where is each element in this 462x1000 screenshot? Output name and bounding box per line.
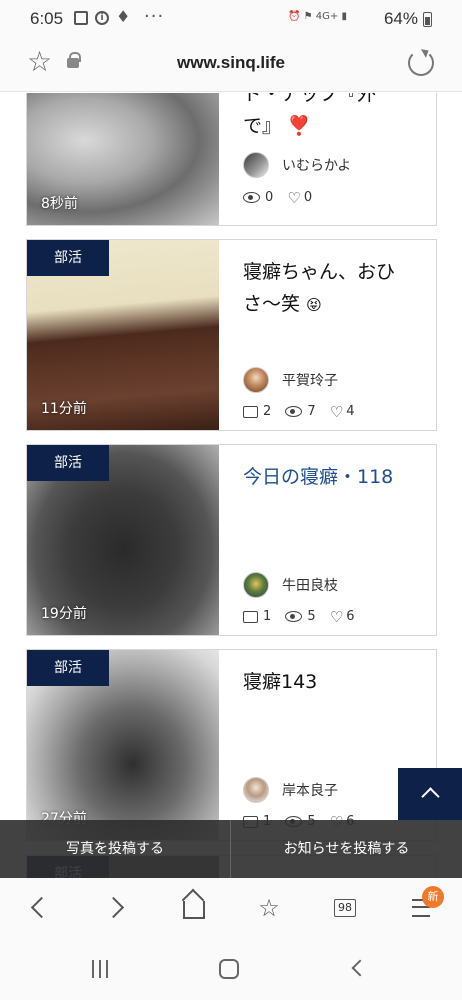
post-time: 19分前 [41,606,87,622]
post-thumbnail[interactable]: 部活 27分前 [27,650,219,840]
likes-count: 6 [346,609,355,624]
post-thumbnail[interactable]: 部活 19分前 [27,445,219,635]
post-card[interactable]: 部活 27分前 寝癖143 岸本良子 1 5 ♡6 [26,649,437,841]
category-badge[interactable]: 部活 [27,240,109,276]
views-count: 5 [307,609,316,624]
post-card[interactable]: 部活 11分前 寝癖ちゃん、おひ さ〜笑 😝 平賀玲子 2 7 ♡ 4 [26,239,437,431]
post-photo-button[interactable]: 写真を投稿する [0,820,231,878]
heart-icon[interactable]: ♡ [287,190,300,205]
post-title-line: 寝癖ちゃん、おひ [243,261,396,283]
post-action-bar: 写真を投稿する お知らせを投稿する [0,820,462,878]
views-icon [285,406,303,417]
post-title-line: で』 [243,115,282,137]
post-title[interactable]: 寝癖ちゃん、おひ さ〜笑 😝 [243,256,426,321]
system-nav-bar [0,938,462,1000]
likes-count: 4 [346,404,355,419]
views-icon [243,192,260,203]
address-bar: ☆ www.sinq.life [0,38,462,92]
post-title-line: ド・アップ『外 [243,93,377,105]
heart-emoji: ❣️ [287,115,311,137]
avatar [243,367,269,393]
battery-icon [423,12,432,27]
post-stats: 1 5 ♡6 [243,609,365,624]
post-title-line: さ〜笑 [243,293,301,315]
url-text[interactable]: www.sinq.life [0,53,462,73]
status-time: 6:05 [30,9,64,28]
image-notification-icon [74,11,88,25]
likes-count: 0 [303,190,313,205]
tabs-count: 98 [334,899,356,917]
heart-icon[interactable]: ♡ [330,404,343,419]
scroll-to-top-button[interactable] [398,768,462,820]
comments-count: 2 [263,404,272,419]
post-time: 8秒前 [41,196,78,212]
network-label: 4G+ [315,11,339,22]
post-title[interactable]: ド・アップ『外 で』 ❣️ [243,93,426,142]
author-name: 岸本良子 [282,783,338,799]
comment-icon[interactable] [243,610,258,623]
post-time: 11分前 [41,401,87,417]
post-title-line: 今日の寝癖・118 [243,466,394,488]
home-icon[interactable] [172,878,212,938]
info-notification-icon: i [95,11,109,25]
post-news-button[interactable]: お知らせを投稿する [231,820,462,878]
views-count: 0 [265,190,274,205]
back-nav-icon[interactable] [351,959,369,977]
post-title[interactable]: 寝癖143 [243,666,426,698]
system-status-icons: ⏰ ⚑ 4G+ ▮ [288,11,347,22]
tabs-button[interactable]: 98 [325,878,365,938]
reload-icon[interactable] [408,50,434,76]
post-title[interactable]: 今日の寝癖・118 [243,461,426,493]
comment-icon[interactable] [243,405,258,418]
author-name: 平賀玲子 [282,373,338,389]
status-bar: 6:05 i ♦ ··· ⏰ ⚑ 4G+ ▮ 64% [0,0,462,38]
battery-percent: 64% [383,9,418,28]
comments-count: 1 [263,609,272,624]
author-name: いむらかよ [282,158,352,174]
new-badge: 新 [422,886,444,908]
post-thumbnail[interactable]: 部活 11分前 [27,240,219,430]
post-title-line: 寝癖143 [243,671,318,693]
avatar [243,572,269,598]
post-stats: 0 ♡ 0 [243,190,322,205]
bookmarks-icon[interactable]: ☆ [249,878,289,938]
avatar [243,152,269,178]
back-icon[interactable] [18,878,58,938]
forward-icon[interactable] [96,878,136,938]
grinning-emoji: 😝 [306,296,322,314]
twitter-notification-icon: ♦ [116,7,131,26]
views-count: 7 [307,404,316,419]
post-stats: 2 7 ♡ 4 [243,404,365,419]
home-nav-icon[interactable] [219,959,239,979]
more-notifications-icon: ··· [144,6,165,27]
post-card[interactable]: 部活 19分前 今日の寝癖・118 牛田良枝 1 5 ♡ 6 [26,444,437,636]
views-icon [285,611,303,622]
post-list: 8秒前 ド・アップ『外 で』 ❣️ いむらかよ 0 ♡ 0 部活 11分前 寝癖ち… [0,93,462,883]
avatar [243,777,269,803]
browser-toolbar: ☆ 98 [0,878,462,938]
post-thumbnail[interactable]: 8秒前 [27,93,219,225]
recent-apps-icon[interactable] [90,960,110,978]
category-badge[interactable]: 部活 [27,445,109,481]
category-badge[interactable]: 部活 [27,650,109,686]
author-name: 牛田良枝 [282,578,338,594]
heart-icon[interactable]: ♡ [330,609,343,624]
post-card[interactable]: 8秒前 ド・アップ『外 で』 ❣️ いむらかよ 0 ♡ 0 [26,93,437,226]
